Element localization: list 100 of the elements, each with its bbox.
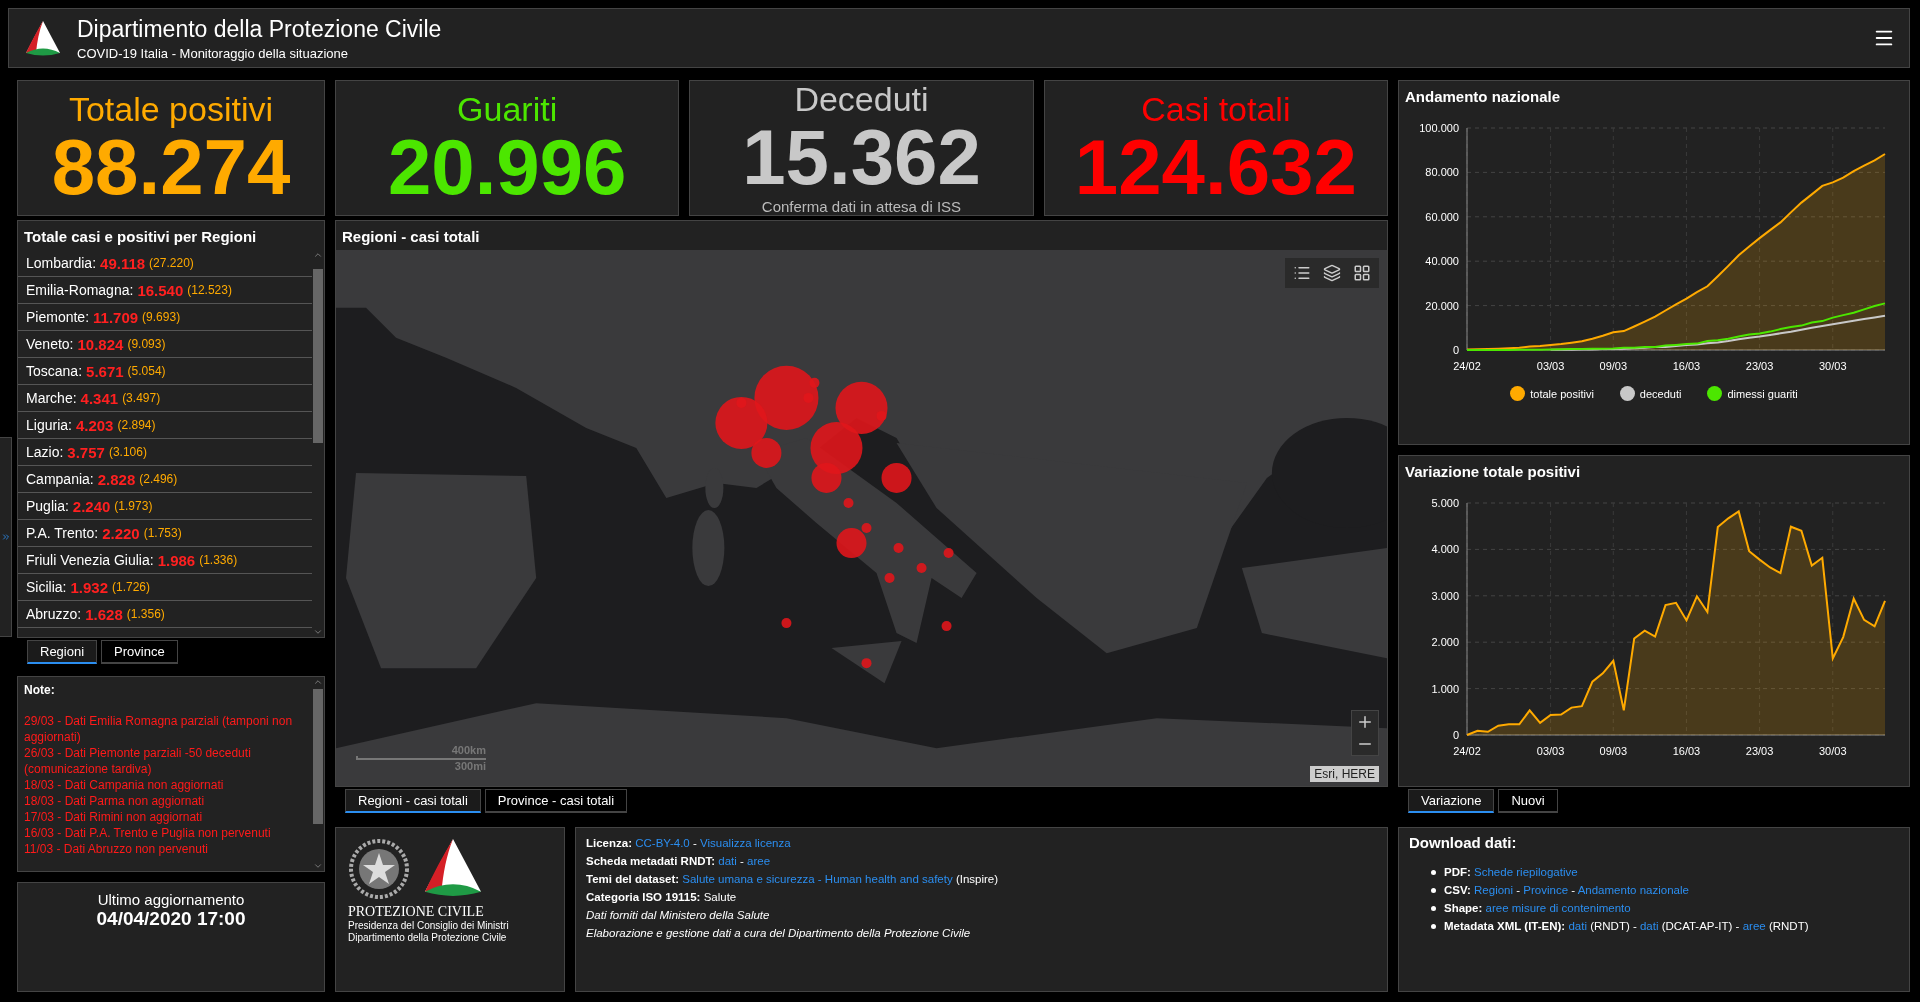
link[interactable]: dati <box>718 855 737 867</box>
chart-title: Variazione totale positivi <box>1404 462 1582 482</box>
stat-label: Totale positivi <box>68 90 274 128</box>
scrollbar[interactable] <box>312 677 324 871</box>
tab[interactable]: Province - casi totali <box>484 789 628 813</box>
axis-label: 60.000 <box>1425 210 1459 223</box>
download-line: Shape: aree misure di contenimento <box>1444 901 1631 916</box>
metadata-line: Licenza: CC-BY-4.0 - Visualizza licenza <box>586 836 792 851</box>
link[interactable]: Province <box>1523 884 1569 896</box>
metadata-line: Elaborazione e gestione dati a cura del Dipartimento della Protezione Civile <box>586 926 972 941</box>
update-time: 04/04/2020 17:00 <box>96 908 246 930</box>
link[interactable]: aree <box>1742 920 1766 932</box>
region-row[interactable]: Marche: 4.341 (3.497) <box>18 385 312 412</box>
tab[interactable]: Regioni - casi totali <box>345 789 481 813</box>
link[interactable]: Regioni <box>1474 884 1514 896</box>
panel-title: Totale casi e positivi per Regioni <box>23 227 258 247</box>
bullet-icon <box>1431 888 1436 893</box>
axis-label: 2.000 <box>1431 636 1459 649</box>
axis-label: 4.000 <box>1431 543 1459 556</box>
axis-label: 23/03 <box>1745 360 1774 372</box>
link[interactable]: Salute umana e sicurezza - Human health and safety <box>682 873 953 885</box>
axis-label: 16/03 <box>1672 745 1701 757</box>
legend-label: totale positivi <box>1530 387 1594 400</box>
region-row[interactable]: Lazio: 3.757 (3.106) <box>18 439 312 466</box>
chart-title: Andamento nazionale <box>1404 87 1562 107</box>
scroll-down-icon[interactable] <box>313 627 323 637</box>
link[interactable]: Visualizza licenza <box>700 837 791 849</box>
axis-label: 30/03 <box>1819 360 1847 372</box>
region-row[interactable]: Sicilia: 1.932 (1.726) <box>18 574 312 601</box>
region-row[interactable]: Campania: 2.828 (2.496) <box>18 466 312 493</box>
scrollbar[interactable] <box>312 250 324 637</box>
region-row[interactable]: Friuli Venezia Giulia: 1.986 (1.336) <box>18 547 312 574</box>
logo-caption: Presidenza del Consiglio dei Ministri <box>348 920 510 932</box>
double-chevron-icon <box>0 532 11 542</box>
bullet-icon <box>1431 870 1436 875</box>
link[interactable]: CC-BY-4.0 <box>635 837 690 849</box>
stat-label: Casi totali <box>1141 90 1291 128</box>
note-line: 16/03 - Dati P.A. Trento e Puglia non pervenuti <box>24 825 272 841</box>
axis-label: 03/03 <box>1536 360 1565 372</box>
axis-label: 3.000 <box>1431 589 1459 602</box>
metadata-line: Temi del dataset: Salute umana e sicurezza - Human health and safety (Inspire) <box>586 872 1000 887</box>
region-row[interactable]: Lombardia: 49.118 (27.220) <box>18 250 312 277</box>
metadata-line: Scheda metadati RNDT: dati - aree <box>586 854 772 869</box>
stat-value: 15.362 <box>742 118 981 197</box>
legend-label: deceduti <box>1639 387 1682 400</box>
axis-label: 0 <box>1452 344 1459 356</box>
link[interactable]: Andamento nazionale <box>1577 884 1689 896</box>
note-line: 18/03 - Dati Campania non aggiornati <box>24 777 225 793</box>
axis-label: 24/02 <box>1453 745 1481 757</box>
app-title: Dipartimento della Protezione Civile <box>77 15 443 43</box>
update-label: Ultimo aggiornamento <box>97 891 245 908</box>
note-line: 11/03 - Dati Abruzzo non pervenuti <box>24 841 209 857</box>
scroll-down-icon[interactable] <box>313 861 323 871</box>
scroll-up-icon[interactable] <box>313 677 323 687</box>
region-row[interactable]: Emilia-Romagna: 16.540 (12.523) <box>18 277 312 304</box>
region-row[interactable]: Piemonte: 11.709 (9.693) <box>18 304 312 331</box>
download-line: CSV: Regioni - Province - Andamento nazionale <box>1444 883 1689 898</box>
axis-label: 1.000 <box>1431 682 1459 695</box>
stat-value: 88.274 <box>51 127 291 206</box>
link[interactable]: dati <box>1639 920 1659 932</box>
axis-label: 5.000 <box>1431 497 1459 509</box>
tab[interactable]: Variazione <box>1408 789 1495 813</box>
app-subtitle: COVID-19 Italia - Monitoraggio della situazione <box>77 45 349 61</box>
link[interactable]: aree misure di contenimento <box>1485 902 1631 914</box>
link[interactable]: Schede riepilogative <box>1474 866 1578 878</box>
axis-label: 100.000 <box>1419 122 1459 134</box>
region-row[interactable]: P.A. Trento: 2.220 (1.753) <box>18 520 312 547</box>
axis-label: 80.000 <box>1425 166 1459 179</box>
emblem-drawing <box>348 838 410 900</box>
axis-label: 24/02 <box>1453 360 1481 372</box>
legend-label: dimessi guariti <box>1727 387 1798 400</box>
tab[interactable]: Province <box>101 640 178 664</box>
tab[interactable]: Regioni <box>27 640 98 664</box>
link[interactable]: dati <box>1568 920 1587 932</box>
axis-label: 16/03 <box>1672 360 1701 372</box>
region-row[interactable]: Veneto: 10.824 (9.093) <box>18 331 312 358</box>
metadata-line: Dati forniti dal Ministero della Salute <box>586 908 771 923</box>
stat-label: Guariti <box>457 90 558 128</box>
download-title: Download dati: <box>1409 834 1518 851</box>
scroll-up-icon[interactable] <box>313 250 323 260</box>
collapse-tab[interactable] <box>0 437 12 637</box>
link[interactable]: aree <box>747 855 771 867</box>
axis-label: 0 <box>1452 729 1459 741</box>
region-row[interactable]: Abruzzo: 1.628 (1.356) <box>18 601 312 628</box>
download-line: PDF: Schede riepilogative <box>1444 865 1578 880</box>
axis-label: 09/03 <box>1599 360 1628 372</box>
note-line: 29/03 - Dati Emilia Romagna parziali (tamponi non aggiornati) <box>24 713 294 745</box>
region-row[interactable]: Puglia: 2.240 (1.973) <box>18 493 312 520</box>
axis-label: 09/03 <box>1599 745 1628 757</box>
note-line: 17/03 - Dati Rimini non aggiornati <box>24 809 204 825</box>
tab[interactable]: Nuovi <box>1498 789 1558 813</box>
stat-label: Deceduti <box>794 81 929 119</box>
axis-label: 40.000 <box>1425 255 1459 268</box>
region-row[interactable]: Toscana: 5.671 (5.054) <box>18 358 312 385</box>
metadata-line: Categoria ISO 19115: Salute <box>586 890 738 905</box>
region-row[interactable]: Liguria: 4.203 (2.894) <box>18 412 312 439</box>
download-line: Metadata XML (IT-EN): dati (RNDT) - dati (DCAT-AP-IT) - aree (RNDT) <box>1444 919 1809 934</box>
axis-label: 03/03 <box>1536 745 1565 757</box>
stat-value: 124.632 <box>1074 127 1357 206</box>
stat-note: Conferma dati in attesa di ISS <box>761 198 962 216</box>
